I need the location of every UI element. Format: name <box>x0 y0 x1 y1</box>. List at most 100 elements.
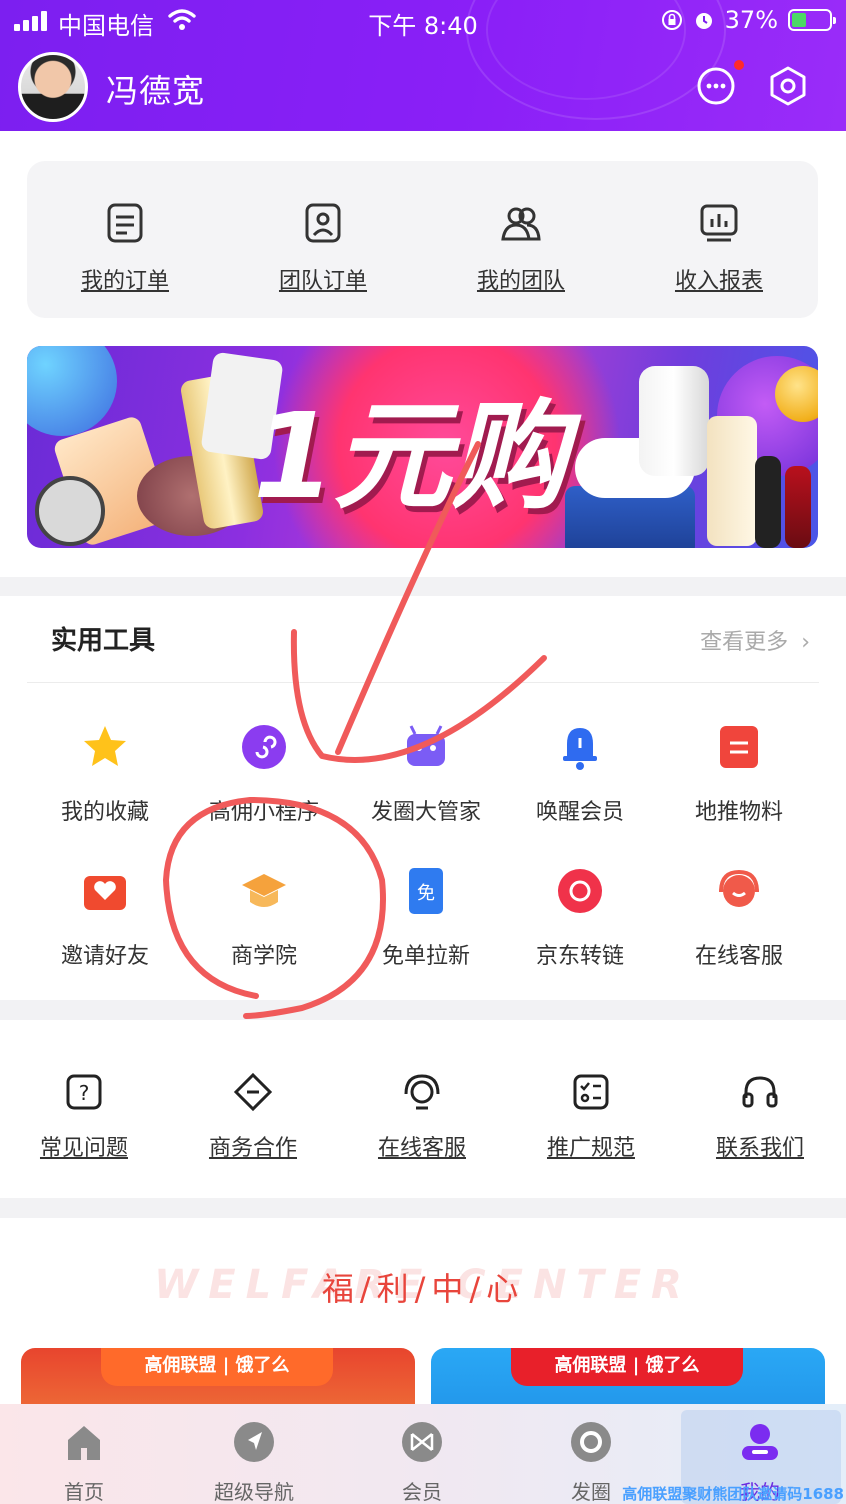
customer-service-icon <box>404 1074 440 1110</box>
welfare-title: 福/利/中/心 <box>321 1270 525 1308</box>
welfare-section: WELFARE CENTER 福/利/中/心 高佣联盟 | 饿了么 高佣联盟 |… <box>0 1218 846 1438</box>
see-more-label: 查看更多 <box>700 630 789 655</box>
tools-section: 实用工具 查看更多 › 我的收藏 高佣小程序 发圈大管家 唤醒会员 地推物料 邀… <box>0 596 846 1000</box>
chat-bubble-icon <box>697 67 735 105</box>
tool-wake-members[interactable]: 唤醒会员 <box>505 722 655 826</box>
product-image <box>785 466 811 548</box>
see-more-link[interactable]: 查看更多 › <box>700 624 810 656</box>
team-orders-button[interactable]: 团队订单 <box>253 201 393 295</box>
tool-label: 发圈大管家 <box>370 800 481 825</box>
divider <box>27 682 819 683</box>
tool-label: 在线客服 <box>694 944 783 969</box>
product-image <box>639 366 709 476</box>
help-label: 商务合作 <box>208 1136 297 1161</box>
promo-rules-button[interactable]: 推广规范 <box>521 1072 661 1162</box>
circle-icon <box>571 1422 611 1462</box>
member-icon <box>402 1422 442 1462</box>
notification-dot <box>734 60 744 70</box>
tool-jd-link-convert[interactable]: 京东转链 <box>505 866 655 970</box>
graduation-cap-icon <box>242 874 286 907</box>
banner-title: 1元购 <box>253 387 567 525</box>
tool-label: 唤醒会员 <box>535 800 624 825</box>
tab-label: 会员 <box>402 1480 442 1504</box>
document-icon <box>720 726 758 768</box>
tab-super-navigation[interactable]: 超级导航 <box>194 1420 314 1504</box>
contact-us-button[interactable]: 联系我们 <box>690 1072 830 1162</box>
order-label: 我的订单 <box>80 269 169 294</box>
faq-button[interactable]: ? 常见问题 <box>14 1072 154 1162</box>
avatar-badge <box>35 476 105 546</box>
checklist-icon <box>573 1074 609 1110</box>
headset-icon <box>719 869 759 907</box>
help-label: 联系我们 <box>715 1136 804 1161</box>
bell-icon <box>563 728 597 770</box>
order-label: 我的团队 <box>476 269 565 294</box>
ticket-icon: 免 <box>409 868 443 914</box>
settings-hexagon-icon <box>770 66 806 106</box>
income-report-button[interactable]: 收入报表 <box>649 201 789 295</box>
tool-label: 邀请好友 <box>60 944 149 969</box>
battery-percent: 37% <box>724 6 778 34</box>
my-orders-button[interactable]: 我的订单 <box>55 201 195 295</box>
battery-icon <box>788 9 836 31</box>
team-order-icon <box>305 203 341 243</box>
status-bar: 中国电信 下午 8:40 37% <box>0 0 846 42</box>
tool-promo-materials[interactable]: 地推物料 <box>664 722 814 826</box>
promo-banner[interactable]: 1元购 <box>27 346 818 548</box>
tool-label: 免单拉新 <box>381 944 470 969</box>
product-image <box>707 416 757 546</box>
tool-free-order[interactable]: 免 免单拉新 <box>351 866 501 970</box>
screen: 中国电信 下午 8:40 37% 冯德宽 我的订单 团队订单 我的团队 收入报表… <box>0 0 846 1504</box>
tool-moments-manager[interactable]: 发圈大管家 <box>351 722 501 826</box>
tab-home[interactable]: 首页 <box>24 1420 144 1504</box>
watermark-text: 高佣联盟聚财熊团队邀请码1688 <box>622 1485 844 1503</box>
coupon-brand-label: 高佣联盟 | 饿了么 <box>101 1348 333 1386</box>
order-label: 团队订单 <box>278 269 367 294</box>
mini-program-icon <box>242 725 286 769</box>
online-service-button[interactable]: 在线客服 <box>352 1072 492 1162</box>
orders-card: 我的订单 团队订单 我的团队 收入报表 <box>27 161 818 318</box>
home-icon <box>68 1426 100 1460</box>
svg-text:免: 免 <box>417 883 435 904</box>
tab-member[interactable]: 会员 <box>362 1420 482 1504</box>
link-icon <box>558 869 602 913</box>
decor-ball <box>27 346 117 436</box>
settings-button[interactable] <box>766 64 810 108</box>
message-button[interactable] <box>694 60 744 108</box>
tool-online-support[interactable]: 在线客服 <box>664 866 814 970</box>
earphone-icon <box>742 1076 778 1108</box>
help-section: ? 常见问题 商务合作 在线客服 推广规范 联系我们 <box>0 1020 846 1198</box>
robot-icon <box>407 725 445 766</box>
my-team-button[interactable]: 我的团队 <box>451 201 591 295</box>
section-title: 实用工具 <box>51 626 156 656</box>
tab-label: 超级导航 <box>214 1480 294 1504</box>
navigation-icon <box>234 1422 274 1462</box>
tool-business-school[interactable]: 商学院 <box>189 866 339 970</box>
coupon-brand-label: 高佣联盟 | 饿了么 <box>511 1348 743 1386</box>
bottom-tab-bar: 首页 超级导航 会员 发圈 我的 高佣联盟聚财熊团队邀请码1688 <box>0 1404 846 1504</box>
username[interactable]: 冯德宽 <box>106 66 205 112</box>
profile-header: 中国电信 下午 8:40 37% 冯德宽 <box>0 0 846 131</box>
alarm-icon <box>695 13 712 29</box>
tool-label: 地推物料 <box>694 800 783 825</box>
profile-icon <box>742 1424 778 1460</box>
star-icon <box>84 726 126 766</box>
orientation-lock-icon <box>661 10 682 30</box>
tool-mini-program[interactable]: 高佣小程序 <box>189 722 339 826</box>
order-label: 收入报表 <box>674 269 763 294</box>
product-image <box>755 456 781 548</box>
tab-label: 首页 <box>64 1480 104 1504</box>
chevron-right-icon: › <box>801 630 810 655</box>
order-list-icon <box>107 203 143 243</box>
tool-favorites[interactable]: 我的收藏 <box>30 722 180 826</box>
business-cooperation-button[interactable]: 商务合作 <box>183 1072 323 1162</box>
tool-label: 京东转链 <box>535 944 624 969</box>
handshake-icon <box>233 1072 273 1112</box>
tool-label: 我的收藏 <box>60 800 149 825</box>
avatar[interactable] <box>18 52 88 122</box>
question-icon: ? <box>66 1074 102 1110</box>
tool-label: 商学院 <box>230 944 297 969</box>
tool-invite-friends[interactable]: 邀请好友 <box>30 866 180 970</box>
svg-text:?: ? <box>79 1081 90 1105</box>
help-label: 常见问题 <box>39 1136 128 1161</box>
